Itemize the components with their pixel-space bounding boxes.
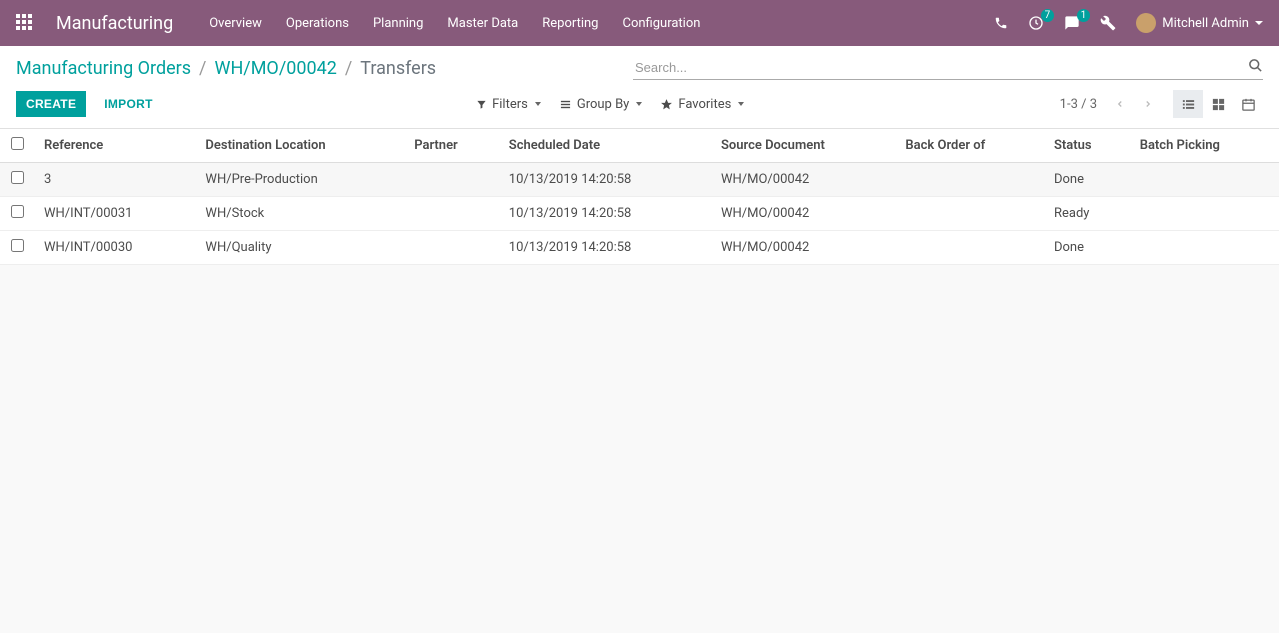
- cell-destination: WH/Stock: [195, 197, 404, 231]
- col-reference[interactable]: Reference: [34, 129, 195, 163]
- row-checkbox[interactable]: [11, 239, 24, 252]
- kanban-view-icon: [1211, 97, 1226, 112]
- pager-text[interactable]: 1-3 / 3: [1060, 97, 1097, 112]
- chat-icon[interactable]: 1: [1064, 15, 1080, 31]
- crumb-current: Transfers: [360, 58, 436, 79]
- col-source[interactable]: Source Document: [711, 129, 895, 163]
- list-icon: [559, 99, 572, 110]
- search-wrap: [633, 56, 1263, 80]
- table-row[interactable]: WH/INT/00031 WH/Stock 10/13/2019 14:20:5…: [0, 197, 1279, 231]
- user-name: Mitchell Admin: [1162, 16, 1249, 31]
- transfers-table: Reference Destination Location Partner S…: [0, 129, 1279, 265]
- list-view-icon: [1181, 97, 1196, 112]
- cell-source: WH/MO/00042: [711, 163, 895, 197]
- table-row[interactable]: 3 WH/Pre-Production 10/13/2019 14:20:58 …: [0, 163, 1279, 197]
- topnav-right: 7 1 Mitchell Admin: [994, 13, 1263, 33]
- chat-badge: 1: [1077, 9, 1091, 22]
- list-view: Reference Destination Location Partner S…: [0, 129, 1279, 265]
- view-calendar-button[interactable]: [1233, 90, 1263, 118]
- menu-configuration[interactable]: Configuration: [622, 16, 700, 31]
- col-partner[interactable]: Partner: [404, 129, 499, 163]
- cell-status: Done: [1044, 231, 1130, 265]
- favorites-button[interactable]: Favorites: [660, 97, 744, 112]
- cell-reference: WH/INT/00030: [34, 231, 195, 265]
- cell-status: Done: [1044, 163, 1130, 197]
- tools-icon[interactable]: [1100, 15, 1116, 31]
- menu-operations[interactable]: Operations: [286, 16, 349, 31]
- cell-source: WH/MO/00042: [711, 231, 895, 265]
- cell-batch: [1130, 163, 1279, 197]
- chevron-down-icon: [1255, 21, 1263, 25]
- main-menu: Overview Operations Planning Master Data…: [209, 16, 700, 31]
- col-scheduled[interactable]: Scheduled Date: [499, 129, 711, 163]
- chevron-down-icon: [738, 102, 744, 106]
- cell-destination: WH/Quality: [195, 231, 404, 265]
- cell-backorder: [895, 231, 1044, 265]
- group-by-button[interactable]: Group By: [559, 97, 643, 112]
- view-list-button[interactable]: [1173, 90, 1203, 118]
- cell-partner: [404, 163, 499, 197]
- activity-icon[interactable]: 7: [1028, 15, 1044, 31]
- filters-button[interactable]: Filters: [476, 97, 541, 112]
- col-status[interactable]: Status: [1044, 129, 1130, 163]
- cell-destination: WH/Pre-Production: [195, 163, 404, 197]
- pager-next[interactable]: [1137, 93, 1159, 115]
- search-input[interactable]: [633, 56, 1263, 79]
- cell-scheduled: 10/13/2019 14:20:58: [499, 197, 711, 231]
- menu-overview[interactable]: Overview: [209, 16, 262, 31]
- user-menu[interactable]: Mitchell Admin: [1136, 13, 1263, 33]
- cell-status: Ready: [1044, 197, 1130, 231]
- phone-icon[interactable]: [994, 16, 1008, 30]
- view-kanban-button[interactable]: [1203, 90, 1233, 118]
- cell-scheduled: 10/13/2019 14:20:58: [499, 163, 711, 197]
- row-checkbox[interactable]: [11, 205, 24, 218]
- apps-icon[interactable]: [16, 14, 34, 32]
- view-switcher: [1173, 90, 1263, 118]
- funnel-icon: [476, 99, 487, 110]
- pager-prev[interactable]: [1109, 93, 1131, 115]
- chevron-down-icon: [636, 102, 642, 106]
- menu-reporting[interactable]: Reporting: [542, 16, 598, 31]
- calendar-view-icon: [1241, 97, 1256, 112]
- col-backorder[interactable]: Back Order of: [895, 129, 1044, 163]
- cell-partner: [404, 231, 499, 265]
- top-nav: Manufacturing Overview Operations Planni…: [0, 0, 1279, 46]
- col-destination[interactable]: Destination Location: [195, 129, 404, 163]
- cell-backorder: [895, 197, 1044, 231]
- menu-planning[interactable]: Planning: [373, 16, 423, 31]
- chevron-down-icon: [535, 102, 541, 106]
- menu-master-data[interactable]: Master Data: [447, 16, 518, 31]
- table-row[interactable]: WH/INT/00030 WH/Quality 10/13/2019 14:20…: [0, 231, 1279, 265]
- cell-reference: 3: [34, 163, 195, 197]
- search-icon[interactable]: [1248, 58, 1263, 73]
- star-icon: [660, 98, 673, 111]
- create-button[interactable]: CREATE: [16, 91, 86, 117]
- cell-batch: [1130, 197, 1279, 231]
- activity-badge: 7: [1041, 9, 1055, 22]
- select-all-checkbox[interactable]: [11, 137, 24, 150]
- cell-partner: [404, 197, 499, 231]
- control-panel: Manufacturing Orders / WH/MO/00042 / Tra…: [0, 46, 1279, 129]
- row-checkbox[interactable]: [11, 171, 24, 184]
- cell-source: WH/MO/00042: [711, 197, 895, 231]
- cell-batch: [1130, 231, 1279, 265]
- crumb-mo-number[interactable]: WH/MO/00042: [214, 58, 336, 79]
- avatar: [1136, 13, 1156, 33]
- import-button[interactable]: IMPORT: [96, 91, 160, 117]
- cell-scheduled: 10/13/2019 14:20:58: [499, 231, 711, 265]
- cell-backorder: [895, 163, 1044, 197]
- crumb-manufacturing-orders[interactable]: Manufacturing Orders: [16, 58, 191, 79]
- breadcrumb: Manufacturing Orders / WH/MO/00042 / Tra…: [16, 58, 436, 79]
- col-batch[interactable]: Batch Picking: [1130, 129, 1279, 163]
- cell-reference: WH/INT/00031: [34, 197, 195, 231]
- app-brand[interactable]: Manufacturing: [56, 13, 173, 34]
